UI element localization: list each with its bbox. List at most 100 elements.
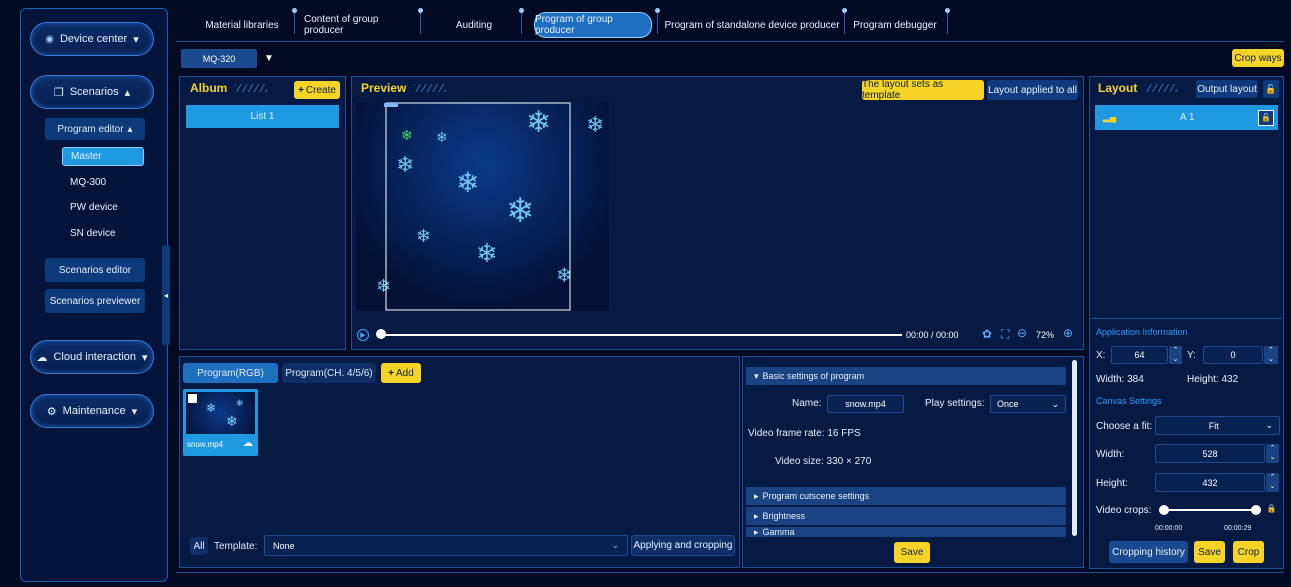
cloud-interaction-button[interactable]: ☁ Cloud interaction ▾ <box>30 340 154 374</box>
x-input[interactable]: 64 <box>1111 346 1168 364</box>
tab-separator <box>519 8 524 34</box>
x-stepper[interactable]: ⌃ ⌄ <box>1169 346 1182 364</box>
layout-divider <box>1091 318 1282 319</box>
height-stepper[interactable]: ⌃ ⌄ <box>1266 473 1279 492</box>
crop-lock-icon[interactable]: 🔒 <box>1265 504 1278 516</box>
crop-start-handle[interactable] <box>1159 505 1169 515</box>
caret-right-icon: ▸ <box>754 527 759 537</box>
y-stepper[interactable]: ⌃ ⌄ <box>1264 346 1278 364</box>
thumbnail-checkbox[interactable] <box>188 394 197 403</box>
copy-icon: ❐ <box>53 86 64 99</box>
crop-end-handle[interactable] <box>1251 505 1261 515</box>
lock-icon[interactable]: 🔓 <box>1263 80 1279 98</box>
sidebar-item-sn-device[interactable]: SN device <box>70 228 116 239</box>
layout-panel <box>1089 76 1284 569</box>
y-label: Y: <box>1187 350 1196 361</box>
cloud-upload-icon[interactable]: ☁ <box>243 438 253 449</box>
height-label: Height: <box>1096 478 1128 489</box>
settings-save-button[interactable]: Save <box>894 542 930 563</box>
device-select[interactable]: MQ-320 ▼ <box>181 49 278 68</box>
name-input[interactable]: snow.mp4 <box>827 395 904 413</box>
tab-material-libraries[interactable]: Material libraries <box>196 12 288 38</box>
height-input[interactable]: 432 <box>1155 473 1265 492</box>
progress-handle[interactable] <box>376 329 386 339</box>
tab-auditing[interactable]: Auditing <box>440 12 508 38</box>
basic-settings-section[interactable]: ▾ Basic settings of program <box>746 367 1066 385</box>
fullscreen-icon[interactable]: ⛶ <box>1001 327 1009 342</box>
tab-program-rgb[interactable]: Program(RGB) <box>183 363 278 383</box>
chevron-up-icon: ▴ <box>124 86 131 99</box>
tab-separator <box>842 8 847 34</box>
height-info: Height: 432 <box>1187 374 1239 385</box>
layout-applied-all-button[interactable]: Layout applied to all <box>987 80 1078 100</box>
svg-text:❄: ❄ <box>456 167 479 198</box>
device-center-button[interactable]: ◉ Device center ▾ <box>30 22 154 56</box>
crop-range-track[interactable] <box>1162 509 1258 511</box>
settings-icon[interactable]: ✿ <box>982 327 992 341</box>
maintenance-button[interactable]: ⚙ Maintenance ▾ <box>30 394 154 428</box>
bottom-frame-accent <box>176 572 1284 584</box>
set-template-button[interactable]: The layout sets as template <box>862 79 984 101</box>
caret-right-icon: ▸ <box>754 510 759 521</box>
sidebar-item-pw-device[interactable]: PW device <box>70 202 118 213</box>
settings-scrollbar[interactable] <box>1072 360 1077 536</box>
chevron-down-icon: ⌄ <box>1265 420 1273 430</box>
crop-ways-button[interactable]: Crop ways <box>1232 49 1284 67</box>
svg-text:❄: ❄ <box>586 112 604 137</box>
fit-select[interactable]: Fit ⌄ <box>1155 416 1280 435</box>
layout-item-a1[interactable]: ▂▄ A 1 🔓 <box>1095 105 1278 130</box>
collapse-handle[interactable]: ◂ <box>162 245 170 345</box>
apply-crop-button[interactable]: Applying and cropping <box>631 535 735 556</box>
scenarios-button[interactable]: ❐ Scenarios ▴ <box>30 75 154 109</box>
cutscene-section[interactable]: ▸ Program cutscene settings <box>746 487 1066 505</box>
svg-text:❄: ❄ <box>476 238 498 268</box>
chevron-down-icon: ▾ <box>142 351 148 364</box>
width-label: Width: <box>1096 449 1125 460</box>
width-stepper[interactable]: ⌃ ⌄ <box>1266 444 1279 463</box>
scenarios-previewer-button[interactable]: Scenarios previewer <box>45 289 145 313</box>
name-label: Name: <box>792 398 822 409</box>
video-crops-label: Video crops: <box>1096 505 1152 516</box>
zoom-in-icon[interactable]: ⊕ <box>1063 326 1073 340</box>
tab-program-standalone[interactable]: Program of standalone device producer <box>664 12 840 38</box>
signal-icon: ▂▄ <box>1103 112 1117 122</box>
cropping-history-button[interactable]: Cropping history <box>1109 541 1188 563</box>
tab-program-group-producer[interactable]: Program of group producer <box>534 12 652 38</box>
output-layout-button[interactable]: Output layout <box>1196 80 1258 98</box>
crop-start-time: 00:00:00 <box>1155 525 1183 532</box>
gamma-section[interactable]: ▸ Gamma <box>746 527 1066 537</box>
play-button[interactable]: ▶ <box>357 329 369 341</box>
svg-text:❄: ❄ <box>416 226 431 246</box>
add-program-button[interactable]: + Add <box>381 363 421 383</box>
tab-program-debugger[interactable]: Program debugger <box>850 12 940 38</box>
scenarios-editor-button[interactable]: Scenarios editor <box>45 258 145 282</box>
progress-track[interactable] <box>380 334 902 336</box>
chevron-up-icon: ▴ <box>127 123 133 135</box>
play-settings-select[interactable]: Once ⌄ <box>990 395 1066 413</box>
sidebar-item-mq300[interactable]: MQ-300 <box>70 177 106 188</box>
brightness-section[interactable]: ▸ Brightness <box>746 507 1066 525</box>
plus-icon: + <box>388 367 395 379</box>
zoom-out-icon[interactable]: ⊖ <box>1017 326 1027 340</box>
album-list-item[interactable]: List 1 <box>186 105 339 128</box>
program-editor-toggle[interactable]: Program editor ▴ <box>45 118 145 140</box>
fps-label: Video frame rate: 16 FPS <box>748 428 861 439</box>
crop-button[interactable]: Crop <box>1233 541 1264 563</box>
layout-save-button[interactable]: Save <box>1194 541 1225 563</box>
tab-program-ch456[interactable]: Program(CH. 4/5/6) <box>282 363 376 383</box>
svg-text:❄: ❄ <box>206 401 216 415</box>
zoom-level: 72% <box>1036 330 1055 340</box>
program-thumbnail[interactable]: ❄ ❄ ❄ snow.mp4 ☁ <box>183 389 258 456</box>
tab-content-group-producer[interactable]: Content of group producer <box>304 12 416 38</box>
svg-text:❄: ❄ <box>376 276 391 296</box>
time-readout: 00:00 / 00:00 <box>906 330 959 340</box>
sidebar-item-master[interactable]: Master <box>62 147 144 166</box>
all-button[interactable]: All <box>190 537 208 555</box>
create-album-button[interactable]: + Create <box>294 81 340 99</box>
template-select[interactable]: None ⌄ <box>264 535 628 556</box>
width-input[interactable]: 528 <box>1155 444 1265 463</box>
y-input[interactable]: 0 <box>1203 346 1263 364</box>
tab-separator <box>945 8 950 34</box>
unlock-icon[interactable]: 🔓 <box>1258 109 1274 126</box>
chevron-down-icon: ▼ <box>264 53 274 64</box>
